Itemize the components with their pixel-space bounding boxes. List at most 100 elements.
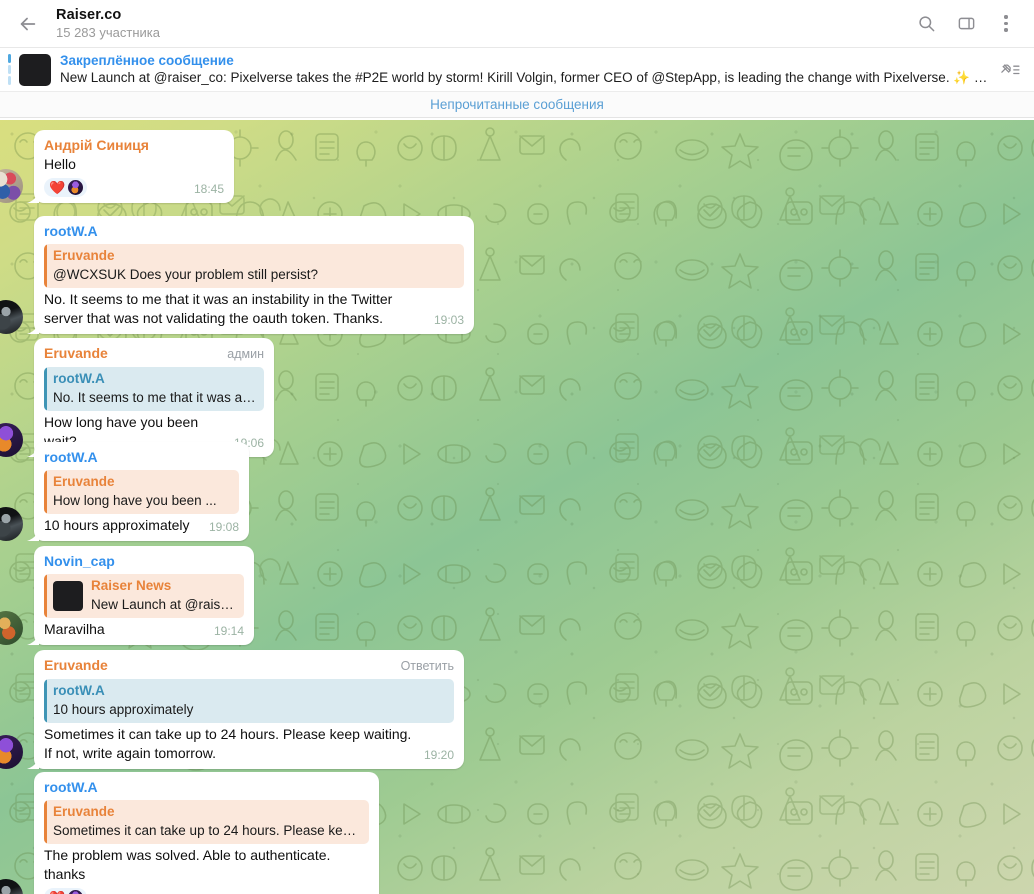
message-sender-row: Eruvande Ответить <box>44 656 454 676</box>
message-row[interactable]: rootW.A Eruvande @WCXSUK Does your proble… <box>0 216 495 334</box>
message-body: The problem was solved. Able to authenti… <box>44 846 369 884</box>
toggle-panel-button[interactable] <box>948 6 984 42</box>
message-footer: ❤️ 18:45 <box>44 174 224 197</box>
reply-quote[interactable]: Eruvande How long have you been ... <box>44 470 239 514</box>
reply-quote-author: Eruvande <box>53 248 115 263</box>
reply-quote-text: New Launch at @raise... <box>91 597 236 612</box>
message-time: 18:45 <box>193 182 224 196</box>
reaction-pill[interactable]: ❤️ <box>44 178 88 197</box>
message-sender-name[interactable]: Андрій Синиця <box>44 136 224 155</box>
message-bubble[interactable]: rootW.A Eruvande Sometimes it can take up… <box>34 772 379 894</box>
message-text: No. It seems to me that it was an instab… <box>44 291 397 326</box>
pin-list-icon <box>1001 63 1020 74</box>
message-footer: ❤️ 19:41 <box>44 884 369 894</box>
message-text: 10 hours approximately <box>44 517 190 533</box>
avatar[interactable] <box>0 879 23 894</box>
reply-action-label[interactable]: Ответить <box>401 657 454 676</box>
avatar[interactable] <box>0 300 23 334</box>
avatar[interactable] <box>0 735 23 769</box>
message-time: 19:14 <box>213 624 244 638</box>
message-sender-row: Eruvande админ <box>44 344 264 364</box>
reply-quote[interactable]: rootW.A 10 hours approximately <box>44 679 454 723</box>
back-button[interactable] <box>8 4 48 44</box>
reply-quote-text: 10 hours approximately <box>53 702 194 717</box>
messages-list: Андрій Синиця Hello ❤️ 18:45 rootW.A Eruvand… <box>0 120 1034 894</box>
avatar[interactable] <box>0 169 23 203</box>
sidebar-panel-icon <box>958 17 974 30</box>
admin-badge: админ <box>227 347 264 361</box>
reply-quote-author: Eruvande <box>53 804 115 819</box>
message-sender-row: Novin_cap <box>44 552 244 571</box>
reply-quote[interactable]: rootW.A No. It seems to me that it was a… <box>44 367 264 411</box>
reply-quote[interactable]: Raiser News New Launch at @raise... <box>44 574 244 618</box>
pinned-message-texts: Закреплённое сообщение New Launch at @ra… <box>60 52 992 87</box>
message-row[interactable]: Eruvande админ rootW.A No. It seems to me … <box>0 338 295 457</box>
message-body: Hello <box>44 155 224 174</box>
reply-quote-text: No. It seems to me that it was an... <box>53 390 256 405</box>
message-sender-name[interactable]: Novin_cap <box>44 552 244 571</box>
chat-header: Raiser.co 15 283 участника <box>0 0 1034 48</box>
message-time: 19:08 <box>208 520 239 534</box>
message-bubble[interactable]: Андрій Синиця Hello ❤️ 18:45 <box>34 130 234 203</box>
message-row[interactable]: Novin_cap Raiser News New Launch at @rai… <box>0 546 275 645</box>
message-body: Maravilha 19:14 <box>44 620 244 639</box>
unread-divider-label: Непрочитанные сообщения <box>430 97 604 112</box>
reaction-avatar <box>68 890 84 894</box>
avatar[interactable] <box>0 507 23 541</box>
message-row[interactable]: Андрій Синиця Hello ❤️ 18:45 <box>0 130 255 203</box>
message-sender-name[interactable]: rootW.A <box>44 222 464 241</box>
message-sender-name[interactable]: Eruvande <box>44 344 215 363</box>
reply-quote[interactable]: Eruvande Sometimes it can take up to 24 … <box>44 800 369 844</box>
reply-quote-author: rootW.A <box>53 371 105 386</box>
message-row[interactable]: rootW.A Eruvande Sometimes it can take up… <box>0 772 400 894</box>
search-button[interactable] <box>908 6 944 42</box>
heart-reaction-icon: ❤️ <box>49 179 66 195</box>
reactions-row: ❤️ <box>44 178 184 197</box>
pinned-list-button[interactable] <box>992 61 1028 79</box>
message-sender-row: Андрій Синиця <box>44 136 224 155</box>
back-arrow-icon <box>20 17 36 30</box>
more-menu-button[interactable] <box>988 6 1024 42</box>
message-sender-name[interactable]: rootW.A <box>44 778 369 797</box>
avatar[interactable] <box>0 611 23 645</box>
pinned-message-text: New Launch at @raiser_co: Pixelverse tak… <box>60 70 992 85</box>
pinned-message-label: Закреплённое сообщение <box>60 53 234 68</box>
message-sender-name[interactable]: rootW.A <box>44 448 239 467</box>
more-vertical-icon <box>1004 15 1008 32</box>
message-bubble[interactable]: Novin_cap Raiser News New Launch at @rai… <box>34 546 254 645</box>
reply-quote-text: @WCXSUK Does your problem still persist? <box>53 267 319 282</box>
reaction-avatar <box>68 180 84 195</box>
message-body: Sometimes it can take up to 24 hours. Pl… <box>44 725 454 763</box>
pinned-message-thumbnail <box>19 53 51 86</box>
message-row[interactable]: Eruvande Ответить rootW.A 10 hours approxi… <box>0 650 485 769</box>
reaction-pill[interactable]: ❤️ <box>44 888 88 894</box>
chat-scroll-area[interactable]: Андрій Синиця Hello ❤️ 18:45 rootW.A Eruvand… <box>0 120 1034 894</box>
avatar-image <box>0 735 23 769</box>
message-text: Sometimes it can take up to 24 hours. Pl… <box>44 726 416 761</box>
reply-quote-text: How long have you been ... <box>53 493 217 508</box>
message-time: 19:20 <box>423 748 454 762</box>
reply-quote-author: rootW.A <box>53 683 105 698</box>
search-icon <box>918 16 934 32</box>
avatar-image <box>0 300 23 334</box>
message-bubble[interactable]: rootW.A Eruvande @WCXSUK Does your proble… <box>34 216 474 334</box>
message-bubble[interactable]: Eruvande Ответить rootW.A 10 hours approxi… <box>34 650 464 769</box>
chat-members-count: 15 283 участника <box>56 25 160 40</box>
message-text: Maravilha <box>44 621 105 637</box>
reply-quote[interactable]: Eruvande @WCXSUK Does your problem still… <box>44 244 464 288</box>
message-sender-row: rootW.A <box>44 222 464 241</box>
message-body: 10 hours approximately 19:08 <box>44 516 239 535</box>
reply-quote-text: Sometimes it can take up to 24 hours. Pl… <box>53 823 361 838</box>
message-bubble[interactable]: rootW.A Eruvande How long have you been .… <box>34 442 249 541</box>
message-body: No. It seems to me that it was an instab… <box>44 290 464 328</box>
heart-reaction-icon: ❤️ <box>49 890 65 894</box>
pinned-message-bar[interactable]: Закреплённое сообщение New Launch at @ra… <box>0 48 1034 92</box>
message-sender-row: rootW.A <box>44 448 239 467</box>
chat-header-titles[interactable]: Raiser.co 15 283 участника <box>56 6 908 41</box>
message-row[interactable]: rootW.A Eruvande How long have you been .… <box>0 442 270 541</box>
message-sender-name[interactable]: Eruvande <box>44 656 389 675</box>
message-bubble[interactable]: Eruvande админ rootW.A No. It seems to me … <box>34 338 274 457</box>
reply-quote-author: Raiser News <box>91 578 172 593</box>
message-sender-row: rootW.A <box>44 778 369 797</box>
reply-quote-author: Eruvande <box>53 474 115 489</box>
